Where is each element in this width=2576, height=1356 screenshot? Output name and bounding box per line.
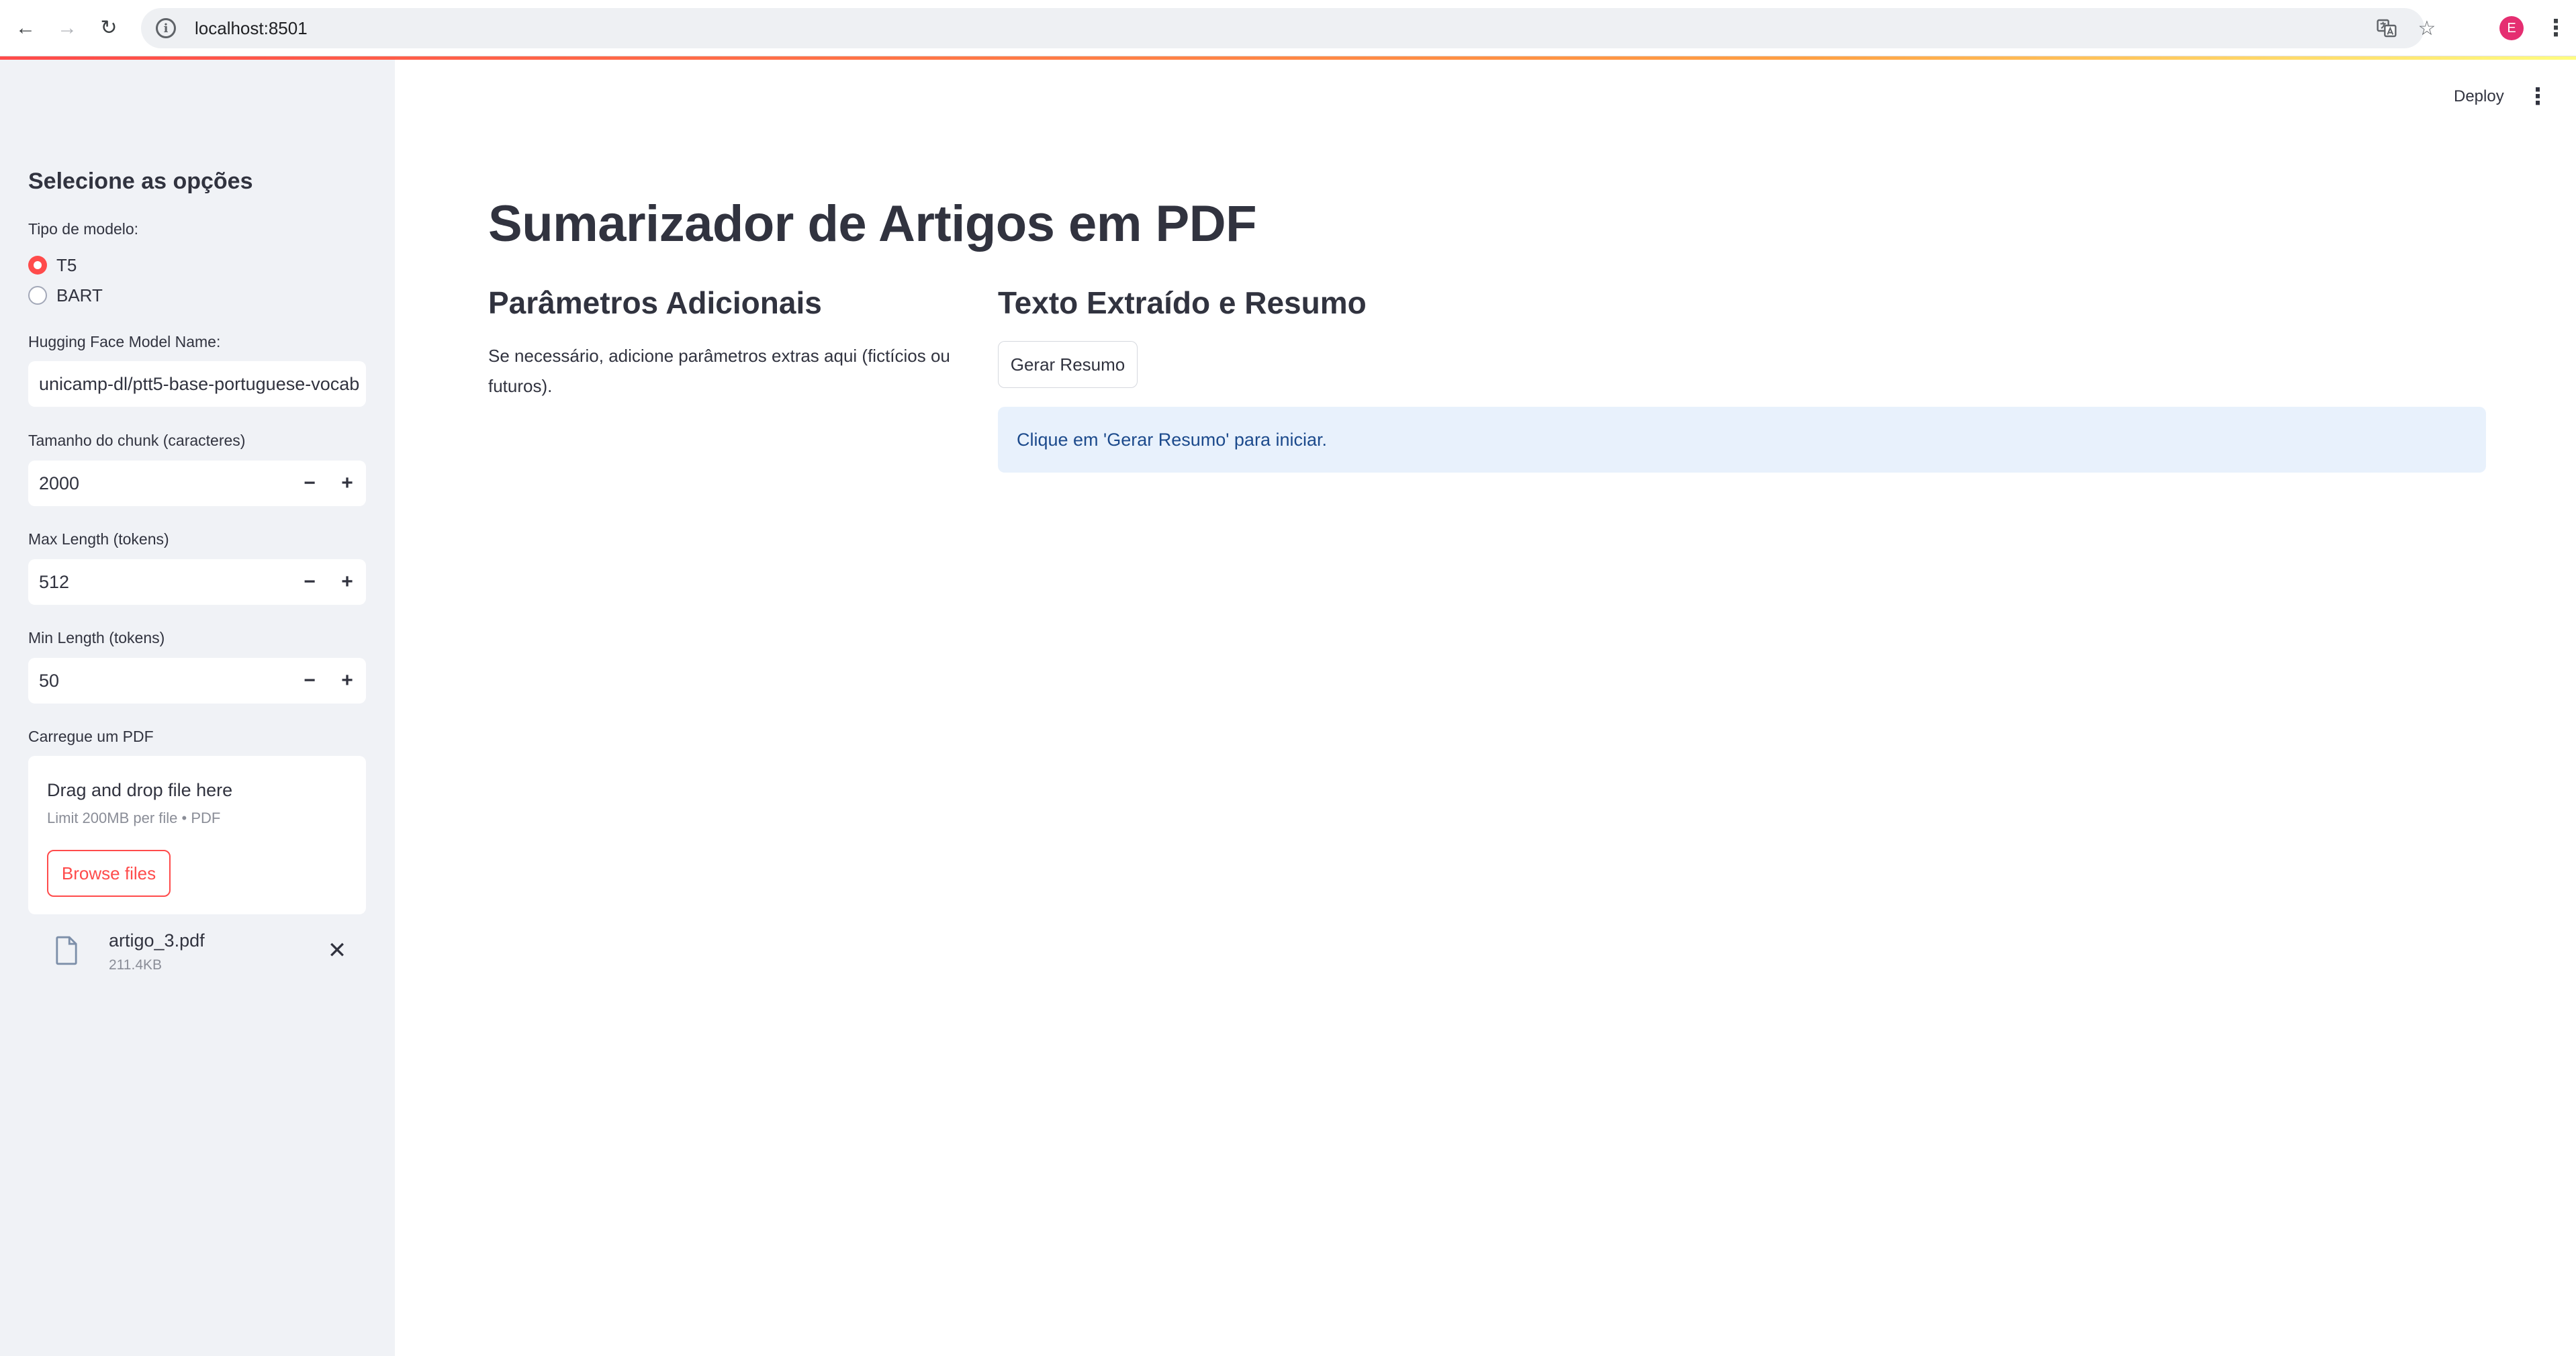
file-name: artigo_3.pdf — [109, 930, 205, 951]
radio-label-bart: BART — [56, 285, 103, 305]
min-length-label: Min Length (tokens) — [28, 629, 165, 646]
file-icon — [56, 936, 77, 965]
params-heading: Parâmetros Adicionais — [488, 285, 822, 320]
max-length-value[interactable]: 512 — [39, 572, 291, 593]
radio-option-t5[interactable]: T5 — [28, 253, 77, 277]
chunk-size-value[interactable]: 2000 — [39, 473, 291, 494]
info-alert: Clique em 'Gerar Resumo' para iniciar. — [998, 407, 2486, 473]
chunk-size-increment-button[interactable]: + — [328, 461, 366, 506]
chunk-size-input[interactable]: 2000 − + — [28, 461, 366, 506]
max-length-label: Max Length (tokens) — [28, 530, 169, 548]
sidebar-title: Selecione as opções — [28, 168, 253, 194]
uploaded-file-item: artigo_3.pdf 211.4KB ✕ — [28, 925, 366, 979]
min-length-input[interactable]: 50 − + — [28, 658, 366, 704]
hf-model-value[interactable]: unicamp-dl/ptt5-base-portuguese-vocab — [39, 374, 359, 395]
chunk-size-decrement-button[interactable]: − — [291, 461, 328, 506]
profile-avatar[interactable]: E — [2499, 16, 2524, 40]
hf-model-input[interactable]: unicamp-dl/ptt5-base-portuguese-vocab — [28, 361, 366, 407]
min-length-decrement-button[interactable]: − — [291, 658, 328, 704]
radio-option-bart[interactable]: BART — [28, 283, 103, 307]
uploader-label: Carregue um PDF — [28, 728, 154, 745]
chunk-size-label: Tamanho do chunk (caracteres) — [28, 432, 246, 449]
address-url[interactable]: localhost:8501 — [195, 18, 308, 39]
generate-summary-button[interactable]: Gerar Resumo — [998, 341, 1138, 388]
params-description: Se necessário, adicione parâmetros extra… — [488, 346, 950, 396]
browser-toolbar: ← → ↻ i localhost:8501 ☆ E ⋮ — [0, 0, 2576, 56]
site-info-icon[interactable]: i — [156, 18, 176, 38]
dropzone-title: Drag and drop file here — [47, 780, 233, 800]
min-length-increment-button[interactable]: + — [328, 658, 366, 704]
translate-icon[interactable] — [2368, 8, 2405, 48]
max-length-decrement-button[interactable]: − — [291, 559, 328, 605]
file-dropzone[interactable]: Drag and drop file here Limit 200MB per … — [28, 756, 366, 914]
model-type-label: Tipo de modelo: — [28, 220, 139, 238]
radio-selected-icon[interactable] — [28, 256, 47, 275]
hf-model-label: Hugging Face Model Name: — [28, 333, 221, 350]
reload-icon[interactable]: ↻ — [93, 12, 125, 44]
radio-unselected-icon[interactable] — [28, 286, 47, 305]
page-title: Sumarizador de Artigos em PDF — [488, 195, 1257, 252]
info-message: Clique em 'Gerar Resumo' para iniciar. — [1017, 429, 1327, 450]
result-heading: Texto Extraído e Resumo — [998, 285, 1367, 320]
min-length-value[interactable]: 50 — [39, 671, 291, 691]
max-length-increment-button[interactable]: + — [328, 559, 366, 605]
max-length-input[interactable]: 512 − + — [28, 559, 366, 605]
chrome-menu-icon[interactable]: ⋮ — [2542, 12, 2569, 44]
deploy-button[interactable]: Deploy — [2454, 87, 2504, 106]
close-icon[interactable]: ✕ — [324, 937, 351, 964]
browse-files-button[interactable]: Browse files — [47, 850, 171, 897]
forward-arrow-icon[interactable]: → — [51, 12, 83, 44]
file-size: 211.4KB — [109, 957, 163, 973]
bookmark-star-icon[interactable]: ☆ — [2408, 8, 2446, 48]
dropzone-limit: Limit 200MB per file • PDF — [47, 810, 221, 826]
radio-label-t5: T5 — [56, 254, 77, 275]
app-menu-icon[interactable]: ⋮ — [2526, 83, 2549, 110]
address-bar[interactable]: i localhost:8501 ☆ — [141, 8, 2436, 48]
back-arrow-icon[interactable]: ← — [9, 12, 42, 44]
